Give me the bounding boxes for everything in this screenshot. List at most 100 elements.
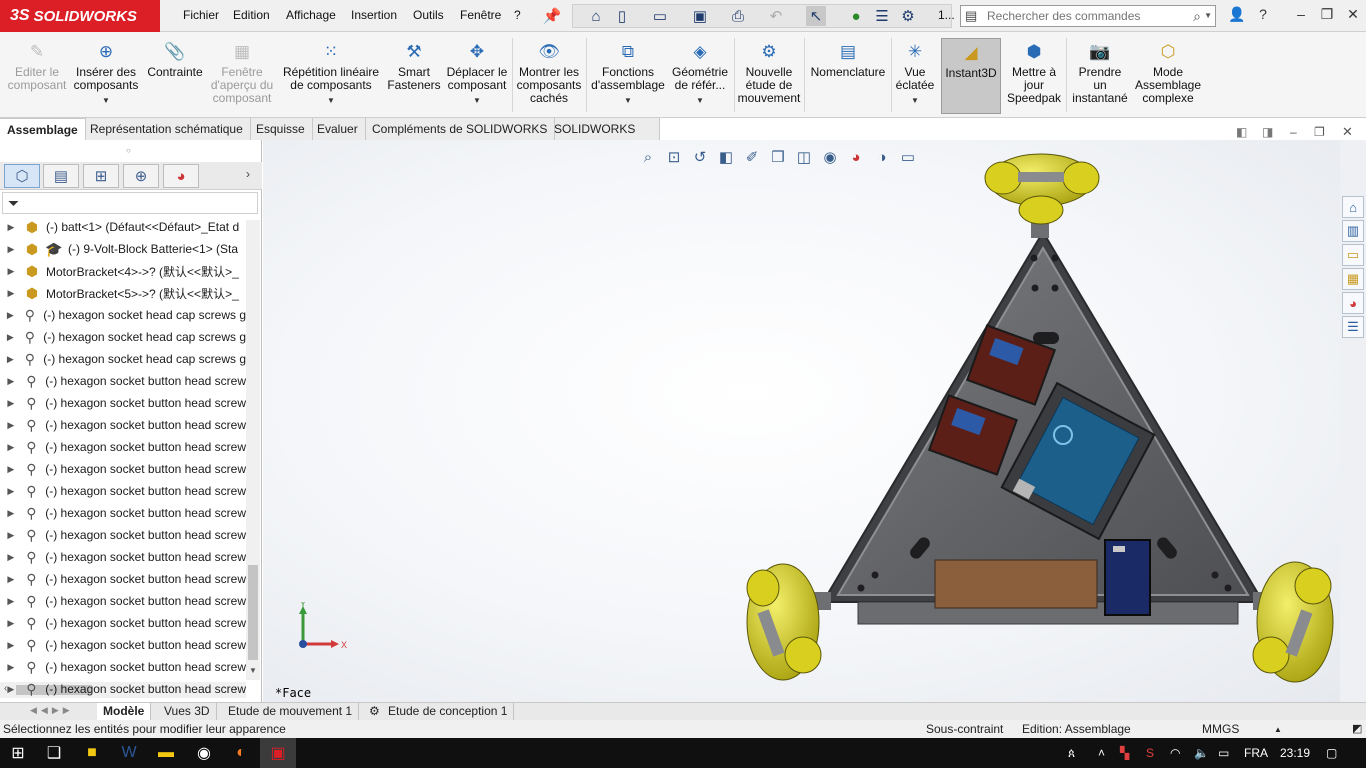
- tree-item[interactable]: ▶ ⚲ (-) hexagon socket button head screw: [0, 502, 246, 524]
- expand-arrow-icon[interactable]: ▶: [0, 354, 21, 365]
- menu-help[interactable]: ?: [514, 8, 521, 22]
- sticky-notes-icon[interactable]: ■: [74, 738, 110, 768]
- linear-pattern-button[interactable]: ⁙ Répétition linéaire de composants ▼: [280, 40, 382, 107]
- view-palette-icon[interactable]: ▦: [1342, 268, 1364, 290]
- print-icon[interactable]: ⎙: [728, 6, 748, 26]
- expand-arrow-icon[interactable]: ▶: [0, 662, 22, 673]
- file-explorer-taskbar-icon[interactable]: ▬: [148, 738, 184, 768]
- menu-edition[interactable]: Edition: [233, 8, 270, 22]
- command-search[interactable]: ▤ ⌕ ▼: [960, 5, 1216, 27]
- tree-item[interactable]: ▶ ⚲ (-) hexagon socket button head screw: [0, 546, 246, 568]
- tree-item[interactable]: ▶ ⚲ (-) hexagon socket button head screw: [0, 414, 246, 436]
- status-toggle-icon[interactable]: ◩: [1352, 722, 1362, 735]
- tree-item[interactable]: ▶ ⚲ (-) hexagon socket button head screw: [0, 678, 246, 700]
- tree-item[interactable]: ▶ ⚲ (-) hexagon socket head cap screws g: [0, 304, 246, 326]
- expand-arrow-icon[interactable]: ▶: [0, 266, 22, 277]
- expand-arrow-icon[interactable]: ▶: [0, 244, 22, 255]
- notifications-icon[interactable]: ▢: [1326, 746, 1337, 760]
- chevron-down-icon[interactable]: ▼: [894, 94, 936, 107]
- component-preview-button[interactable]: ▦ Fenêtre d'aperçu du composant: [208, 40, 276, 105]
- tree-item[interactable]: ▶ ⚲ (-) hexagon socket button head screw: [0, 524, 246, 546]
- expand-arrow-icon[interactable]: ▶: [0, 376, 22, 387]
- expand-arrow-icon[interactable]: ▶: [0, 618, 22, 629]
- assembly-features-button[interactable]: ⧉ Fonctions d'assemblage ▼: [590, 40, 666, 107]
- tree-item[interactable]: ▶ ⚲ (-) hexagon socket button head screw: [0, 458, 246, 480]
- tree-vertical-scrollbar[interactable]: ▼: [246, 220, 260, 680]
- tab-scroll-arrows[interactable]: ◀◀▶▶: [30, 705, 74, 716]
- scroll-down-icon[interactable]: ▼: [249, 666, 257, 675]
- display-manager-icon[interactable]: ◕: [163, 164, 199, 188]
- file-properties-icon[interactable]: ☰: [872, 6, 892, 26]
- minimize-icon[interactable]: –: [1290, 6, 1312, 26]
- select-icon[interactable]: ↖: [806, 6, 826, 26]
- expand-arrow-icon[interactable]: ▶: [0, 486, 22, 497]
- tree-item[interactable]: ▶ ⬢ 🎓 (-) 9-Volt-Block Batterie<1> (Sta: [0, 238, 246, 260]
- configuration-manager-icon[interactable]: ⊞: [83, 164, 119, 188]
- restore-icon[interactable]: ❐: [1316, 6, 1338, 26]
- chevron-right-icon[interactable]: ›: [246, 167, 250, 181]
- expand-arrow-icon[interactable]: ▶: [0, 684, 22, 695]
- tree-item[interactable]: ▶ ⚲ (-) hexagon socket head cap screws g: [0, 348, 246, 370]
- panel-grip[interactable]: ○: [126, 146, 131, 155]
- show-hidden-button[interactable]: 👁 Montrer les composants cachés: [515, 40, 583, 105]
- search-icon[interactable]: ⌕: [1193, 8, 1201, 25]
- motion-study-button[interactable]: ⚙ Nouvelle étude de mouvement: [737, 40, 801, 105]
- tab-etude-conception[interactable]: ⚙ Etude de conception 1: [364, 703, 515, 721]
- large-assembly-button[interactable]: ⬡ Mode Assemblage complexe: [1134, 40, 1202, 105]
- game-icon[interactable]: ◉: [186, 738, 222, 768]
- home-icon[interactable]: ⌂: [586, 6, 606, 26]
- tab-complements[interactable]: Compléments de SOLIDWORKS: [365, 118, 556, 140]
- edit-component-button[interactable]: ✎ Editer le composant: [5, 40, 69, 92]
- battery-icon[interactable]: ▭: [1218, 746, 1229, 760]
- viewport-restore-icon[interactable]: ❐: [1314, 125, 1325, 139]
- tree-item[interactable]: ▶ ⚲ (-) hexagon socket button head screw: [0, 436, 246, 458]
- chevron-up-icon[interactable]: ▲: [1274, 725, 1282, 734]
- tree-item[interactable]: ▶ ⬢ MotorBracket<4>->? (默认<<默认>_: [0, 260, 246, 282]
- start-icon[interactable]: ⊞: [0, 738, 36, 768]
- smart-fasteners-button[interactable]: ⚒ Smart Fasteners: [386, 40, 442, 92]
- file-explorer-icon[interactable]: ▭: [1342, 244, 1364, 266]
- chevron-down-icon[interactable]: ▼: [590, 94, 666, 107]
- robot-chassis-model[interactable]: [263, 140, 1340, 702]
- people-icon[interactable]: ጰ: [1068, 746, 1075, 761]
- chevron-down-icon[interactable]: ▼: [1204, 11, 1212, 20]
- tab-representation-schematique[interactable]: Représentation schématique: [83, 118, 251, 140]
- task-view-icon[interactable]: ❑: [36, 738, 72, 768]
- expand-arrow-icon[interactable]: ▶: [0, 442, 22, 453]
- chevron-down-icon[interactable]: ▼: [444, 94, 510, 107]
- expand-arrow-icon[interactable]: ▶: [0, 574, 22, 585]
- tab-etude-mouvement[interactable]: Etude de mouvement 1: [222, 703, 360, 721]
- open-icon[interactable]: ▭: [650, 6, 670, 26]
- graphics-area[interactable]: ⌕ ⊡ ↺ ◧ ✐ ❒ ◫ ◉ ◕ ◑ ▭ ◧ ◨: [263, 140, 1340, 702]
- expand-arrow-icon[interactable]: ▶: [0, 420, 22, 431]
- menu-fenetre[interactable]: Fenêtre: [460, 8, 501, 22]
- bom-button[interactable]: ▤ Nomenclature: [808, 40, 888, 79]
- tab-modele[interactable]: Modèle: [97, 703, 152, 721]
- reference-geometry-button[interactable]: ◈ Géométrie de référ... ▼: [668, 40, 732, 107]
- volume-icon[interactable]: 🔈: [1194, 746, 1209, 760]
- undo-icon[interactable]: ↶: [766, 6, 786, 26]
- chevron-down-icon[interactable]: ▼: [72, 94, 140, 107]
- tree-item[interactable]: ▶ ⚲ (-) hexagon socket button head screw: [0, 612, 246, 634]
- tray-s-icon[interactable]: S: [1146, 746, 1154, 760]
- expand-arrow-icon[interactable]: ▶: [0, 288, 22, 299]
- quick-access-more[interactable]: 1...: [938, 8, 955, 22]
- network-icon[interactable]: ◠: [1170, 746, 1180, 760]
- expand-arrow-icon[interactable]: ▶: [0, 464, 22, 475]
- menu-insertion[interactable]: Insertion: [351, 8, 397, 22]
- save-icon[interactable]: ▣: [690, 6, 710, 26]
- solidworks-taskbar-icon[interactable]: ▣: [260, 738, 296, 768]
- expand-arrow-icon[interactable]: ▶: [0, 310, 21, 321]
- new-document-icon[interactable]: ▯: [612, 6, 632, 26]
- appearances-icon[interactable]: ◕: [1342, 292, 1364, 314]
- chevron-down-icon[interactable]: ▼: [280, 94, 382, 107]
- filter-icon[interactable]: ⏷: [8, 195, 19, 211]
- expand-arrow-icon[interactable]: ▶: [0, 552, 22, 563]
- scroll-thumb[interactable]: [248, 565, 258, 660]
- tab-vues-3d[interactable]: Vues 3D: [158, 703, 217, 721]
- expand-arrow-icon[interactable]: ▶: [0, 596, 22, 607]
- mate-button[interactable]: 📎 Contrainte: [145, 40, 205, 79]
- custom-properties-icon[interactable]: ☰: [1342, 316, 1364, 338]
- search-input[interactable]: [987, 9, 1187, 23]
- chevron-down-icon[interactable]: ▼: [668, 94, 732, 107]
